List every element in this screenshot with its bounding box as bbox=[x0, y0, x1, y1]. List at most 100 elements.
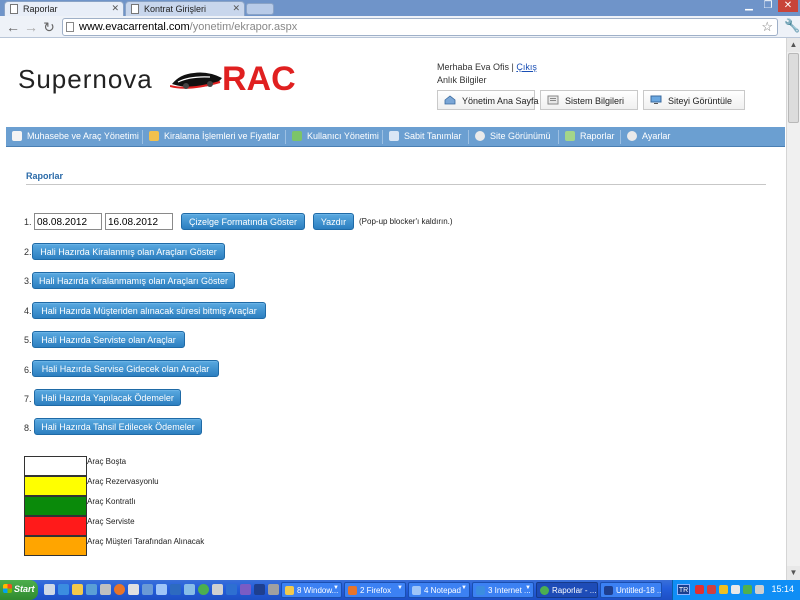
taskbar-item-notepad[interactable]: 4 Notepad ▼ bbox=[408, 582, 470, 598]
car-logo-icon bbox=[170, 72, 222, 89]
date-from-input[interactable] bbox=[34, 213, 102, 230]
app-icon[interactable] bbox=[170, 584, 181, 595]
row-number: 8. bbox=[24, 423, 32, 433]
chevron-down-icon: ▼ bbox=[397, 585, 403, 591]
page-title: Raporlar bbox=[26, 171, 64, 181]
task-label: 2 Firefox bbox=[360, 586, 392, 595]
app-icon[interactable] bbox=[240, 584, 251, 595]
reload-icon[interactable]: ↻ bbox=[40, 18, 58, 36]
legend-swatch-contracted bbox=[24, 496, 87, 516]
available-cars-button[interactable]: Hali Hazırda Kiralanmamış olan Araçları … bbox=[32, 272, 235, 289]
date-to-input[interactable] bbox=[105, 213, 173, 230]
expired-cars-button[interactable]: Hali Hazırda Müşteriden alınacak süresi … bbox=[32, 302, 266, 319]
menu-item-settings[interactable]: Ayarlar bbox=[627, 127, 670, 147]
network-icon[interactable] bbox=[731, 585, 740, 594]
row-number: 5. bbox=[24, 335, 32, 345]
scroll-up-icon[interactable]: ▲ bbox=[787, 38, 800, 52]
menu-divider bbox=[620, 130, 621, 144]
home-icon bbox=[444, 95, 456, 105]
menu-item-reports[interactable]: Raporlar bbox=[565, 127, 615, 147]
taskbar-item-untitled[interactable]: Untitled-18 ... bbox=[600, 582, 662, 598]
scroll-down-icon[interactable]: ▼ bbox=[787, 566, 800, 580]
url-host: www.evacarrental.com bbox=[79, 21, 190, 33]
print-button[interactable]: Yazdır bbox=[313, 213, 354, 230]
photoshop-icon[interactable] bbox=[254, 584, 265, 595]
taskbar-item-raporlar[interactable]: Raporlar - ... bbox=[536, 582, 598, 598]
maximize-button[interactable]: ❐ bbox=[759, 0, 777, 12]
instant-info-label: Anlık Bilgiler bbox=[437, 75, 487, 85]
app-icon[interactable] bbox=[128, 584, 139, 595]
windows-logo-icon bbox=[3, 584, 12, 593]
tab-raporlar[interactable]: Raporlar ✕ bbox=[4, 1, 124, 16]
close-icon[interactable]: ✕ bbox=[111, 3, 119, 14]
shield-icon[interactable] bbox=[719, 585, 728, 594]
page-icon bbox=[66, 22, 74, 32]
menu-item-definitions[interactable]: Sabit Tanımlar bbox=[389, 127, 461, 147]
wrench-icon[interactable]: 🔧 bbox=[784, 18, 800, 36]
forward-icon[interactable]: → bbox=[22, 18, 40, 36]
system-info-button[interactable]: Sistem Bilgileri bbox=[540, 90, 638, 110]
row-number: 2. bbox=[24, 247, 32, 257]
antivirus-icon[interactable] bbox=[695, 585, 704, 594]
language-indicator[interactable]: TR bbox=[677, 584, 690, 595]
ie-icon[interactable] bbox=[58, 584, 69, 595]
admin-home-button[interactable]: Yönetim Ana Sayfa bbox=[437, 90, 539, 110]
app-icon[interactable] bbox=[212, 584, 223, 595]
start-button[interactable]: Start bbox=[0, 580, 38, 600]
scroll-thumb[interactable] bbox=[788, 53, 799, 123]
gear-icon bbox=[475, 131, 485, 141]
legend-swatch-in-service bbox=[24, 516, 87, 536]
menu-label: Raporlar bbox=[580, 131, 615, 141]
chrome-icon[interactable] bbox=[198, 584, 209, 595]
legend-label: Araç Boşta bbox=[87, 457, 127, 466]
ie-icon bbox=[476, 586, 485, 595]
payments-due-button[interactable]: Hali Hazırda Yapılacak Ödemeler bbox=[34, 389, 181, 406]
app-tray-icon[interactable] bbox=[707, 585, 716, 594]
chart-format-button[interactable]: Çizelge Formatında Göster bbox=[181, 213, 305, 230]
taskbar-item-windows[interactable]: 8 Window... ▼ bbox=[281, 582, 342, 598]
volume-icon[interactable] bbox=[755, 585, 764, 594]
firefox-icon bbox=[348, 586, 357, 595]
notepad-icon[interactable] bbox=[156, 584, 167, 595]
tab-kontrat[interactable]: Kontrat Girişleri ✕ bbox=[125, 1, 245, 16]
logo-text: Supernova bbox=[18, 64, 153, 94]
star-icon[interactable]: ☆ bbox=[761, 19, 773, 35]
menu-item-rental[interactable]: Kiralama İşlemleri ve Fiyatlar bbox=[149, 127, 280, 147]
app-tray-icon[interactable] bbox=[743, 585, 752, 594]
address-bar[interactable]: www.evacarrental.com/yonetim/ekrapor.asp… bbox=[62, 18, 778, 36]
desktop-icon[interactable] bbox=[44, 584, 55, 595]
close-icon[interactable]: ✕ bbox=[232, 3, 240, 14]
vertical-scrollbar[interactable]: ▲ ▼ bbox=[786, 38, 800, 580]
clock: 15:14 bbox=[771, 584, 794, 594]
app-icon[interactable] bbox=[86, 584, 97, 595]
logout-link[interactable]: Çıkış bbox=[516, 62, 537, 72]
taskbar-item-firefox[interactable]: 2 Firefox ▼ bbox=[344, 582, 406, 598]
in-service-cars-button[interactable]: Hali Hazırda Serviste olan Araçlar bbox=[32, 331, 185, 348]
system-tray: TR 15:14 bbox=[672, 580, 800, 600]
minimize-button[interactable]: ▁ bbox=[740, 0, 758, 12]
firefox-icon[interactable] bbox=[114, 584, 125, 595]
app-icon[interactable] bbox=[142, 584, 153, 595]
collections-due-button[interactable]: Hali Hazırda Tahsil Edilecek Ödemeler bbox=[34, 418, 202, 435]
app-icon[interactable] bbox=[184, 584, 195, 595]
app-icon[interactable] bbox=[268, 584, 279, 595]
to-service-cars-button[interactable]: Hali Hazırda Servise Gidecek olan Araçla… bbox=[32, 360, 219, 377]
menu-item-users[interactable]: Kullanıcı Yönetimi bbox=[292, 127, 379, 147]
url-path: /yonetim/ekrapor.aspx bbox=[189, 21, 298, 33]
legend-label: Araç Rezervasyonlu bbox=[87, 477, 159, 486]
tag-icon bbox=[149, 131, 159, 141]
taskbar-item-internet[interactable]: 3 Internet ... ▼ bbox=[472, 582, 534, 598]
menu-item-accounting[interactable]: Muhasebe ve Araç Yönetimi bbox=[12, 127, 139, 147]
folder-icon[interactable] bbox=[72, 584, 83, 595]
logo-brand: RAC bbox=[222, 60, 296, 98]
rented-cars-button[interactable]: Hali Hazırda Kiralanmış olan Araçları Gö… bbox=[32, 243, 225, 260]
new-tab-button[interactable] bbox=[246, 3, 274, 15]
back-icon[interactable]: ← bbox=[4, 18, 22, 36]
gear-icon bbox=[627, 131, 637, 141]
close-window-button[interactable]: ✕ bbox=[778, 0, 798, 12]
menu-item-site-view[interactable]: Site Görünümü bbox=[475, 127, 551, 147]
popup-note: (Pop-up blocker'ı kaldırın.) bbox=[359, 217, 453, 226]
app-icon[interactable] bbox=[226, 584, 237, 595]
app-icon[interactable] bbox=[100, 584, 111, 595]
view-site-button[interactable]: Siteyi Görüntüle bbox=[643, 90, 745, 110]
